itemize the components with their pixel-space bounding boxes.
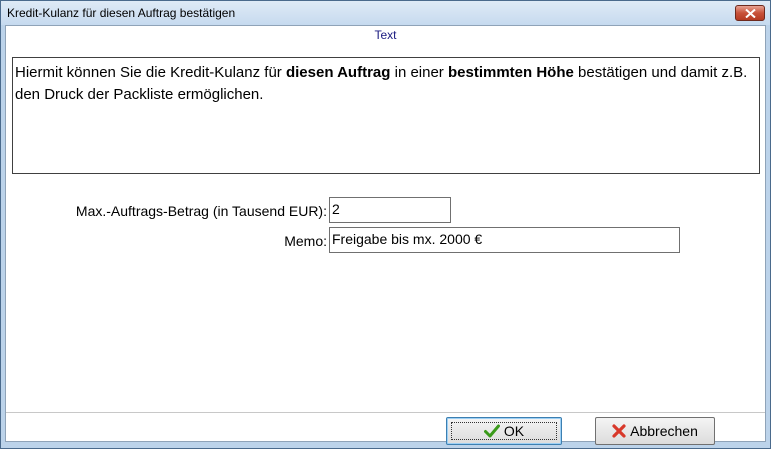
window-title: Kredit-Kulanz für diesen Auftrag bestäti… [7, 6, 236, 20]
description-text-2: in einer [390, 64, 448, 81]
close-button[interactable] [735, 5, 765, 21]
max-amount-input[interactable]: 2 [329, 197, 451, 223]
max-amount-label: Max.-Auftrags-Betrag (in Tausend EUR): [75, 203, 327, 219]
section-label: Text [374, 28, 397, 42]
dialog-content: Text Hiermit können Sie die Kredit-Kulan… [5, 25, 766, 445]
checkmark-icon [483, 424, 500, 438]
title-bar[interactable]: Kredit-Kulanz für diesen Auftrag bestäti… [1, 1, 770, 25]
description-box: Hiermit können Sie die Kredit-Kulanz für… [12, 57, 760, 174]
description-bold-1: diesen Auftrag [285, 64, 391, 81]
memo-input[interactable]: Freigabe bis mx. 2000 € [329, 227, 680, 253]
memo-label: Memo: [284, 233, 327, 249]
close-icon [745, 9, 756, 18]
x-icon [612, 424, 626, 438]
ok-button[interactable]: OK [446, 417, 562, 445]
ok-label: OK [503, 423, 525, 439]
button-bar-divider [6, 412, 765, 413]
cancel-button[interactable]: Abbrechen [595, 417, 715, 445]
cancel-label: Abbrechen [630, 423, 698, 439]
description-bold-2: bestimmten Höhe [447, 64, 574, 81]
dialog-window: Kredit-Kulanz für diesen Auftrag bestäti… [0, 0, 771, 449]
description-text-1: Hiermit können Sie die Kredit-Kulanz für [15, 64, 286, 81]
